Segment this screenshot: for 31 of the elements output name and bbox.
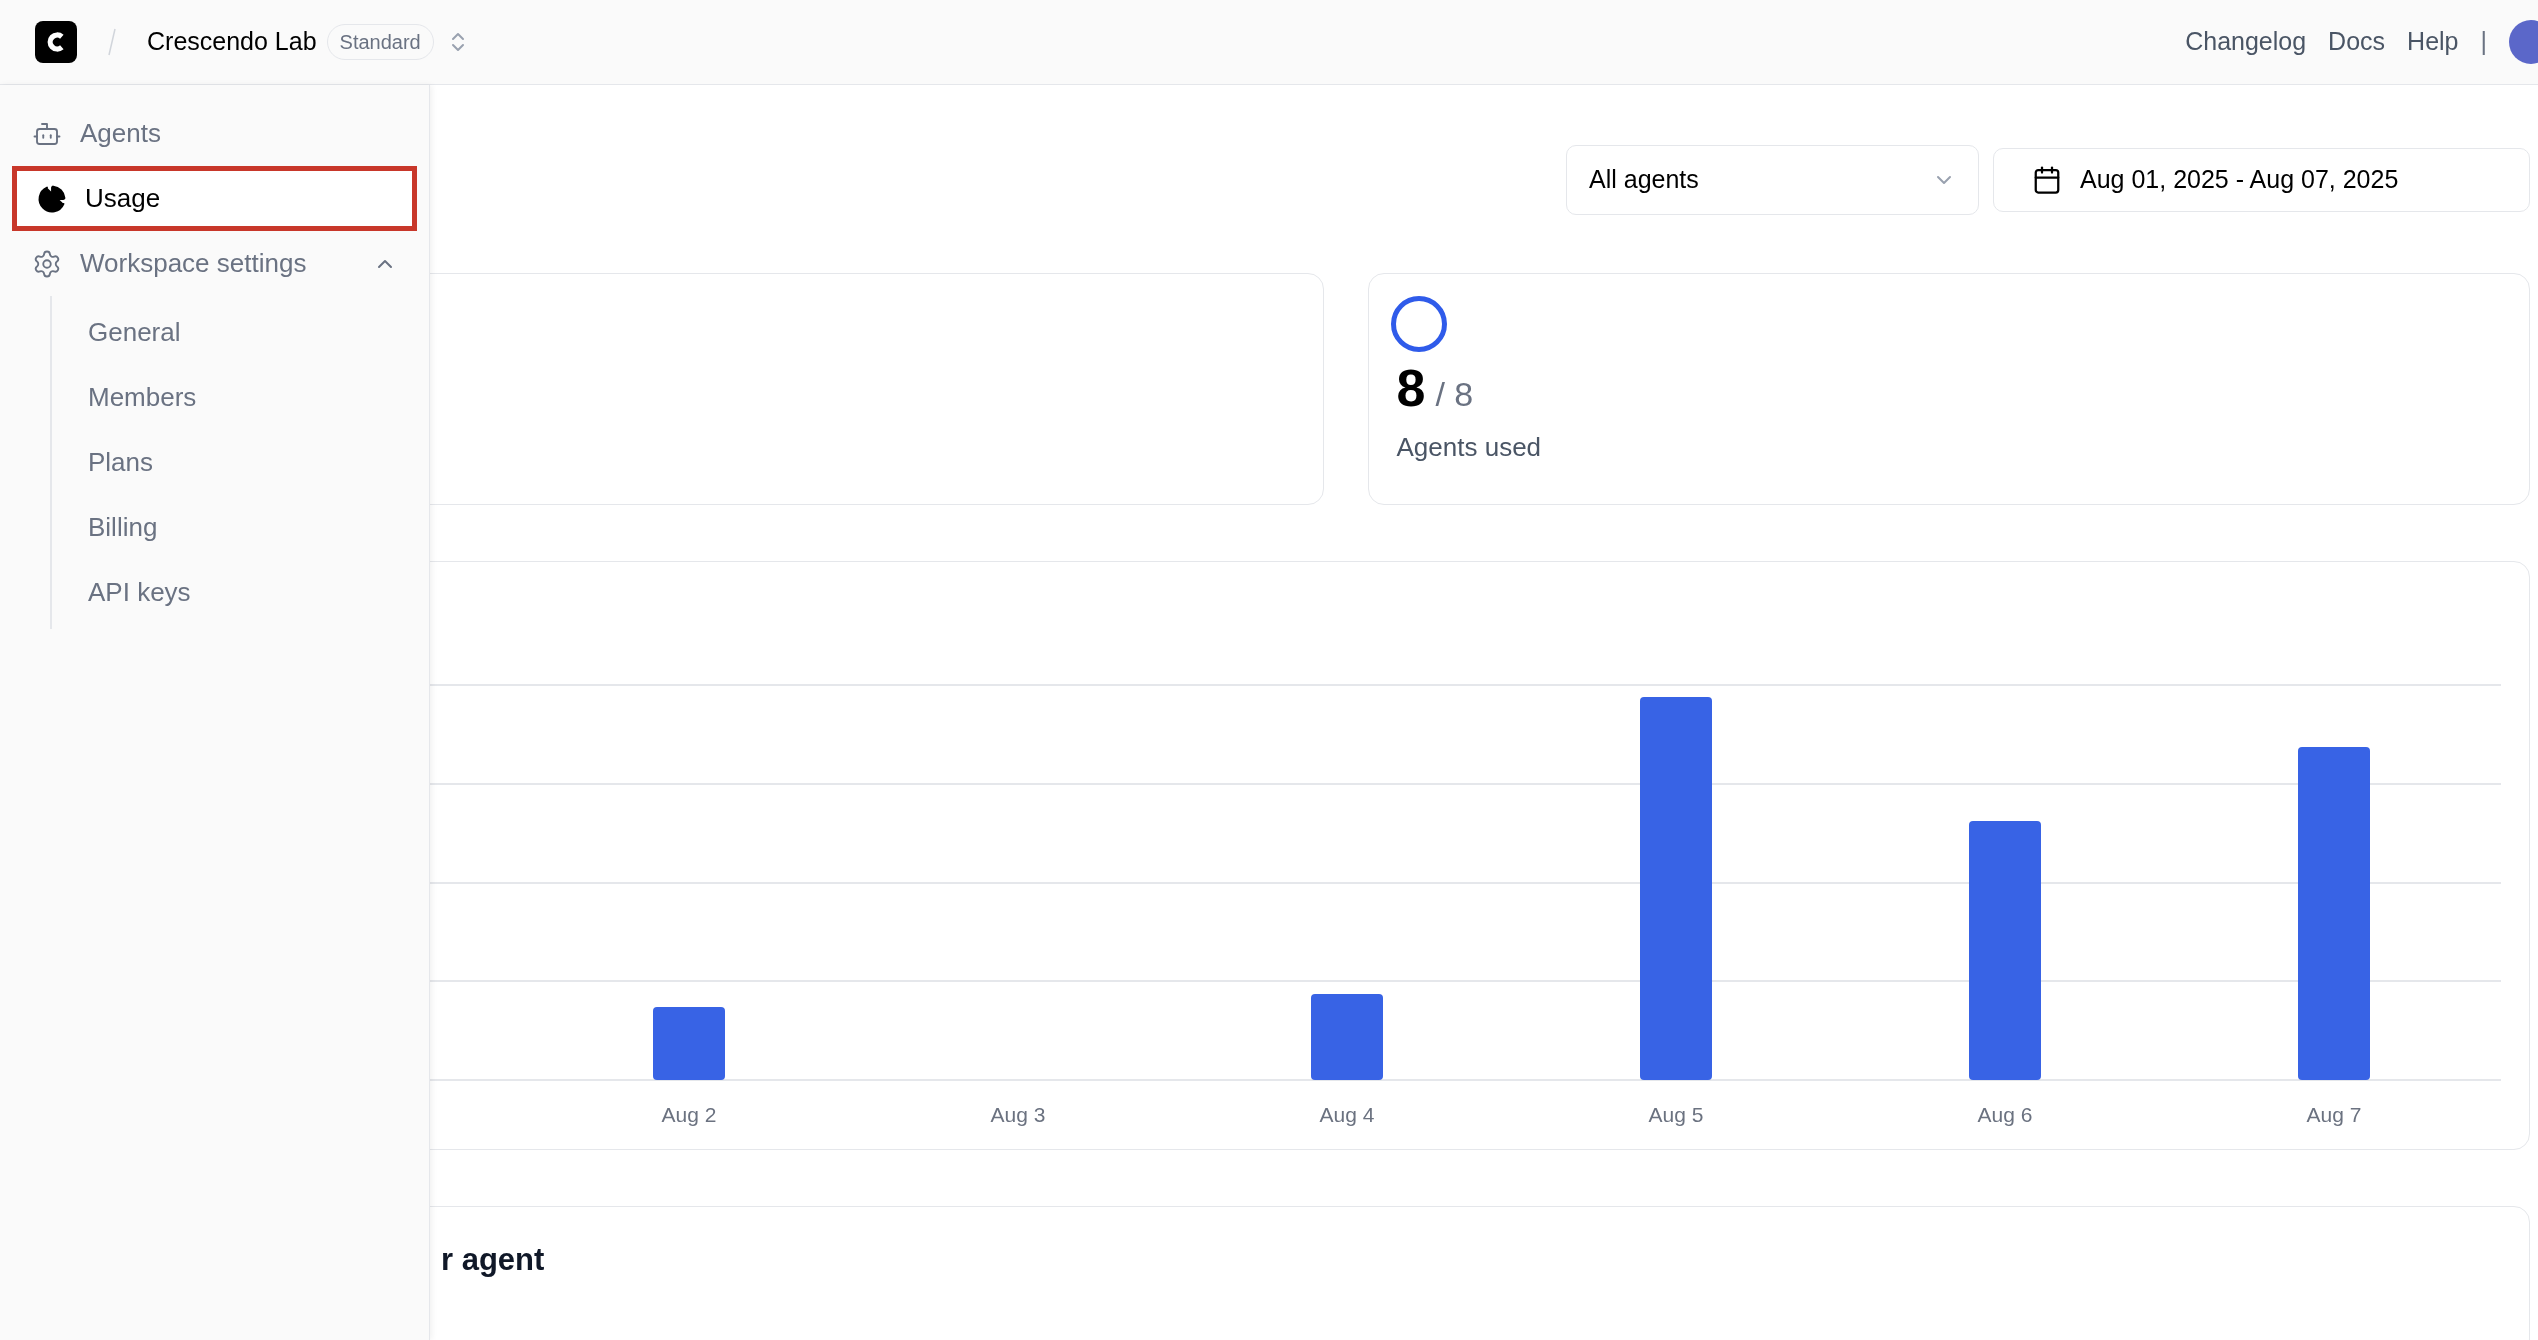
axis-label: Aug 4	[1319, 1103, 1375, 1126]
sub-nav-item[interactable]: Members	[88, 365, 417, 430]
axis-label: Aug 3	[990, 1103, 1046, 1126]
sub-nav-item[interactable]: Billing	[88, 495, 417, 560]
axis-label: Aug 7	[2306, 1103, 2362, 1126]
sub-nav-item[interactable]: General	[88, 300, 417, 365]
header-link[interactable]: Docs	[2328, 23, 2386, 61]
calendar-icon	[2032, 165, 2062, 195]
nav-item[interactable]: Workspace settings	[12, 231, 417, 296]
sub-nav-item[interactable]: Plans	[88, 430, 417, 495]
date-range-button[interactable]: Aug 01, 2025 - Aug 07, 2025	[1993, 148, 2530, 212]
nav-item[interactable]: Agents	[12, 101, 417, 166]
stat-value: 8	[1396, 362, 1426, 414]
header-link[interactable]: Help	[2407, 23, 2459, 61]
stat-label: Agents used	[1396, 431, 1543, 464]
progress-ring-icon	[1390, 296, 1447, 352]
axis-label: Aug 5	[1648, 1103, 1704, 1126]
axis-label: Aug 6	[1977, 1103, 2033, 1126]
axis-label: Aug 2	[661, 1103, 717, 1126]
slash-icon	[107, 27, 117, 57]
nav-item[interactable]: Usage	[12, 166, 417, 231]
stat-total: / 8	[1435, 374, 1474, 415]
card-title: r agent	[441, 1242, 545, 1277]
settings-icon	[32, 248, 62, 279]
logo-icon	[35, 21, 77, 63]
separator: |	[2480, 26, 2487, 58]
sub-nav-item[interactable]: API keys	[88, 560, 417, 625]
header-link[interactable]: Changelog	[2185, 23, 2307, 61]
agent-select[interactable]: All agents	[1566, 145, 1979, 215]
pie-chart-icon	[37, 183, 67, 214]
workspace-name: Crescendo Lab	[147, 26, 317, 58]
